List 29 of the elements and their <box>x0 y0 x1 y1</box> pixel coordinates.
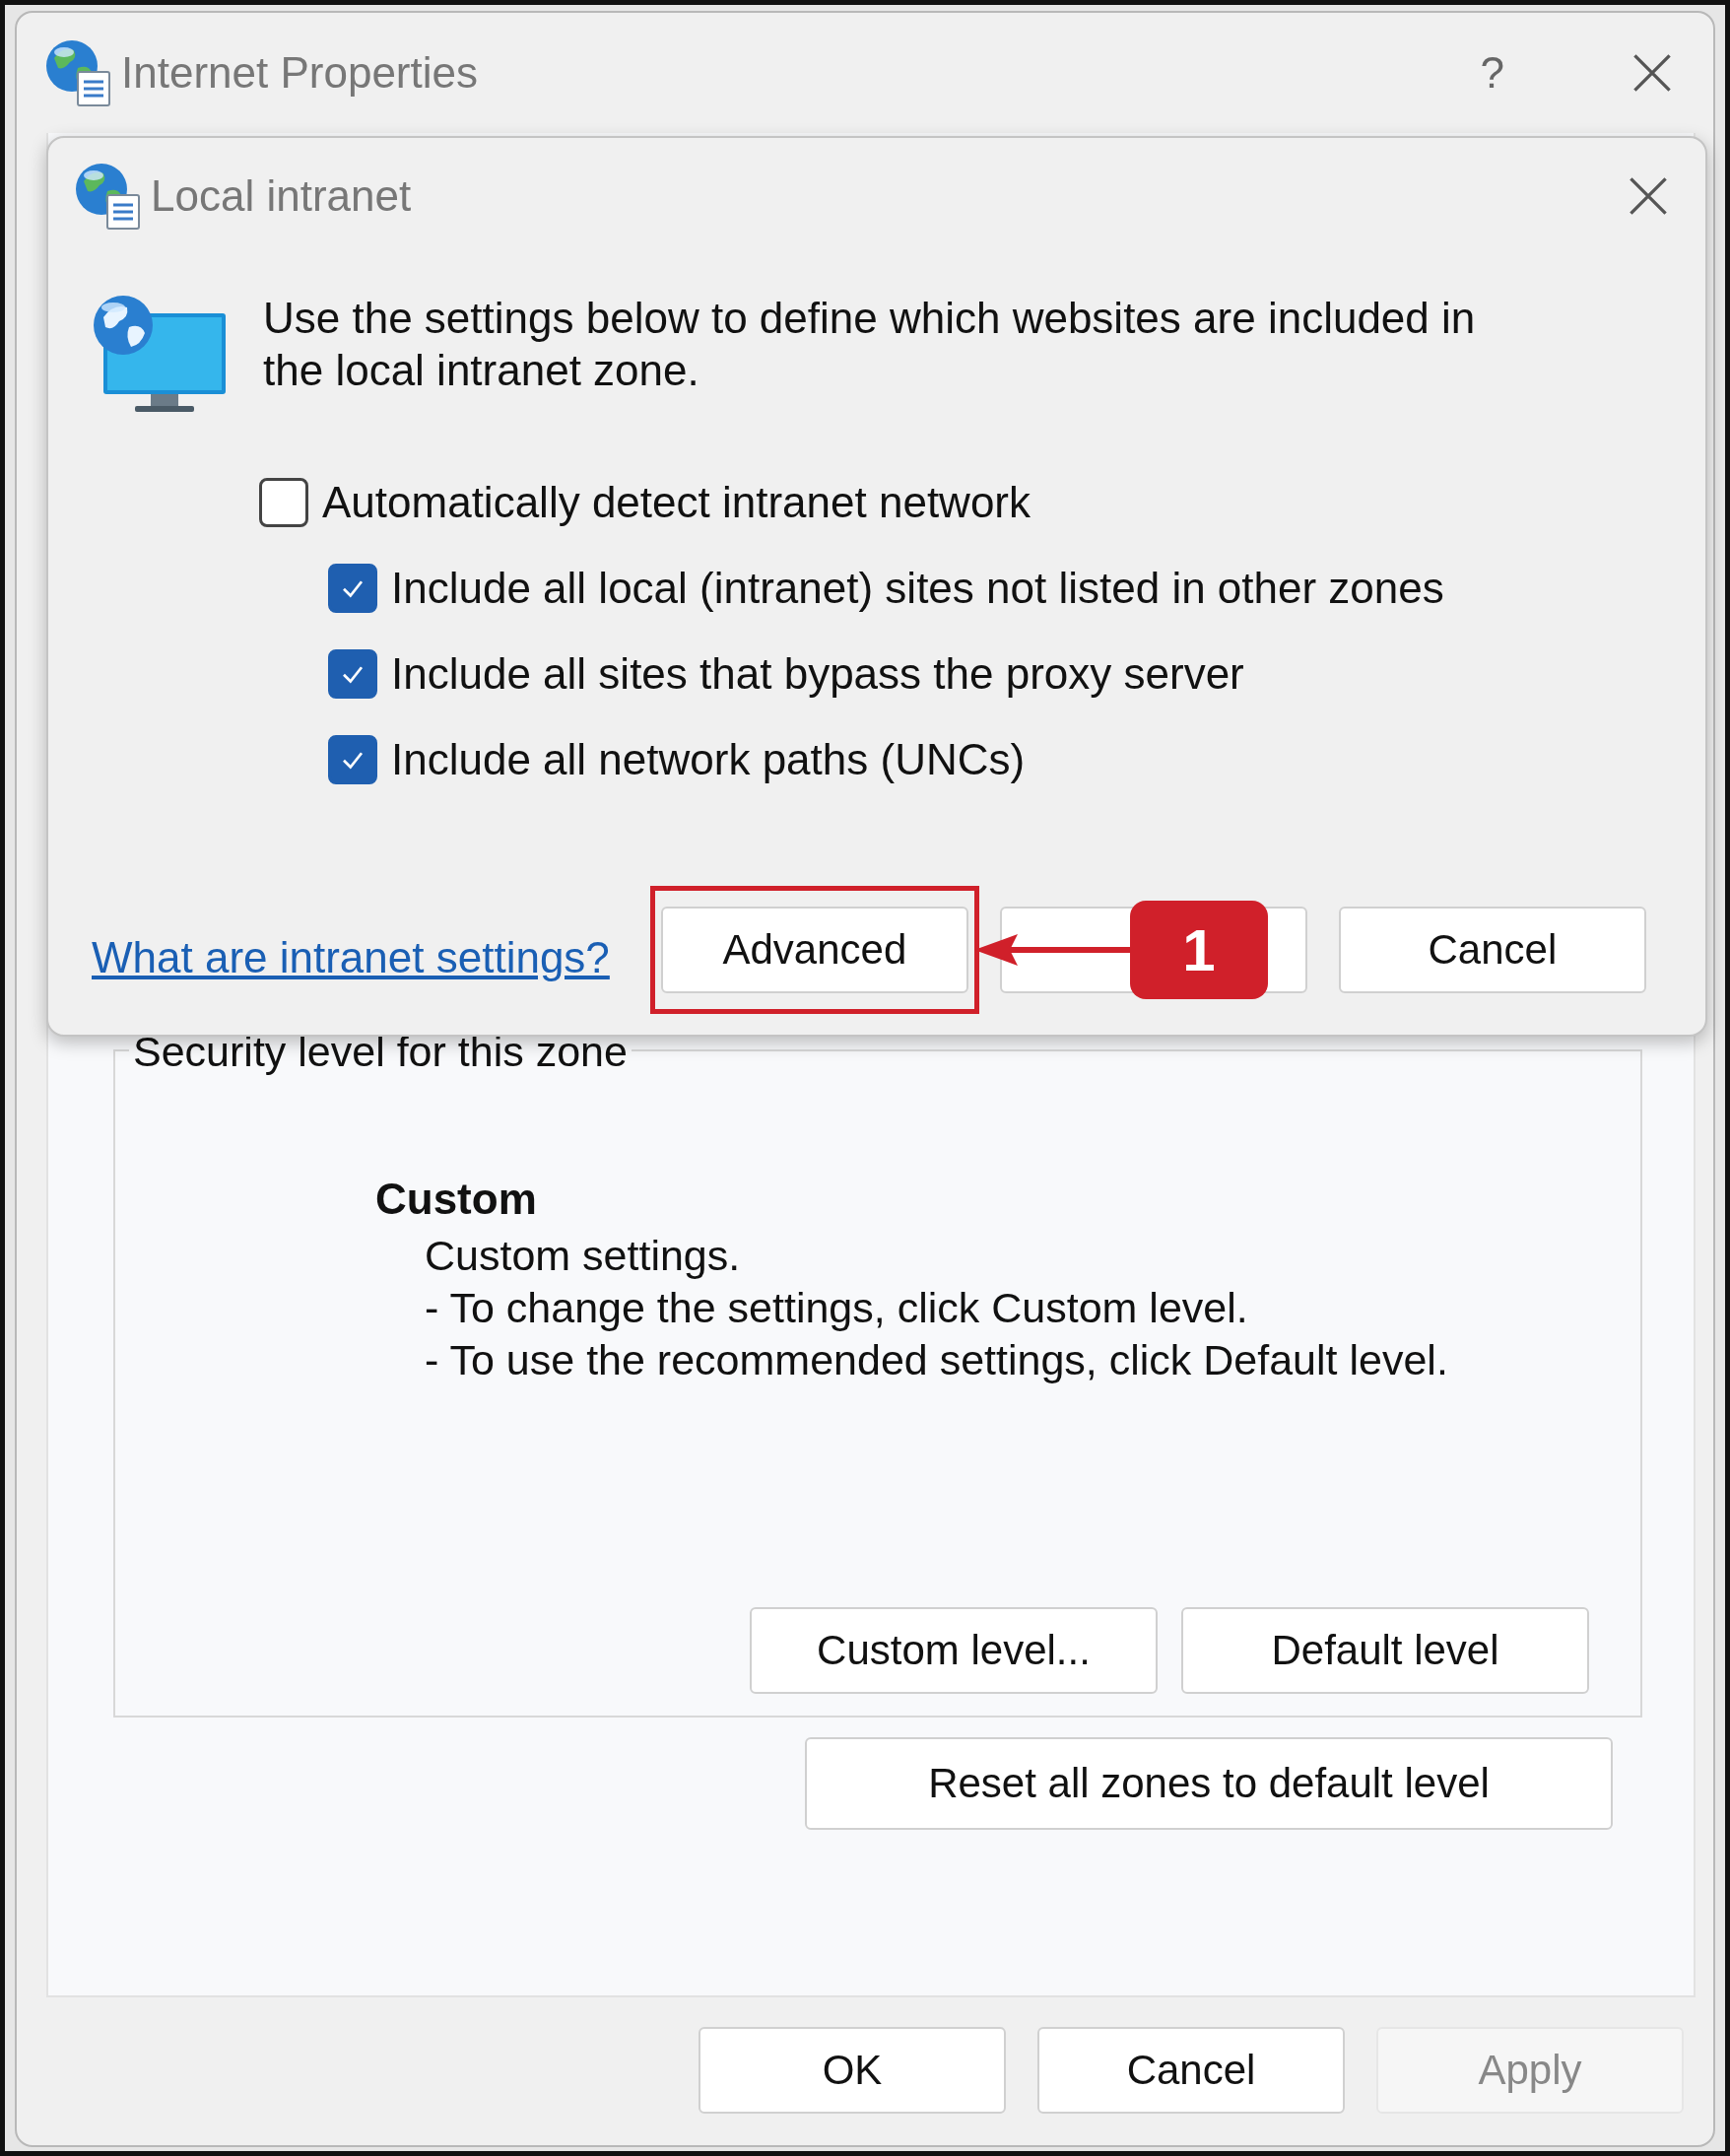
security-level-name: Custom <box>375 1175 538 1224</box>
description-text: - To use the recommended settings, click Default level. <box>425 1335 1449 1385</box>
help-button[interactable]: ? <box>1480 48 1504 98</box>
checkbox-label: Include all sites that bypass the proxy server <box>391 648 1244 699</box>
checkbox-label: Automatically detect intranet network <box>322 477 1031 527</box>
level-button[interactable]: Custom level... <box>750 1607 1158 1694</box>
help-link[interactable]: What are intranet settings? <box>92 933 610 982</box>
step-badge: 1 <box>1129 901 1268 999</box>
checkbox[interactable] <box>259 477 308 527</box>
globe-document-icon <box>44 38 113 107</box>
description-text: Custom settings. <box>425 1231 742 1281</box>
intro-text: Use the settings below to define which websites are included in the local intranet zone. <box>263 293 1477 396</box>
reset-zones-button[interactable]: Reset all zones to default level <box>805 1737 1613 1830</box>
dialog-button[interactable]: Cancel <box>1338 907 1646 993</box>
dialog-title: Local intranet <box>151 171 413 221</box>
dialog-button[interactable]: OK <box>699 2027 1006 2114</box>
checkbox[interactable] <box>328 734 377 784</box>
checkbox-label: Include all local (intranet) sites not listed in other zones <box>391 563 1444 613</box>
dialog-button[interactable]: Cancel <box>1037 2027 1345 2114</box>
description-text: - To change the settings, click Custom level. <box>425 1283 1249 1333</box>
close-button[interactable] <box>1627 174 1670 218</box>
window-title: Internet Properties <box>121 48 479 98</box>
dialog-button[interactable]: Advanced <box>660 907 968 993</box>
globe-document-icon <box>74 162 143 231</box>
checkbox-label: Include all network paths (UNCs) <box>391 734 1026 784</box>
checkbox[interactable] <box>328 648 377 699</box>
checkbox[interactable] <box>328 563 377 613</box>
close-button[interactable] <box>1630 51 1674 95</box>
level-button[interactable]: Default level <box>1181 1607 1589 1694</box>
